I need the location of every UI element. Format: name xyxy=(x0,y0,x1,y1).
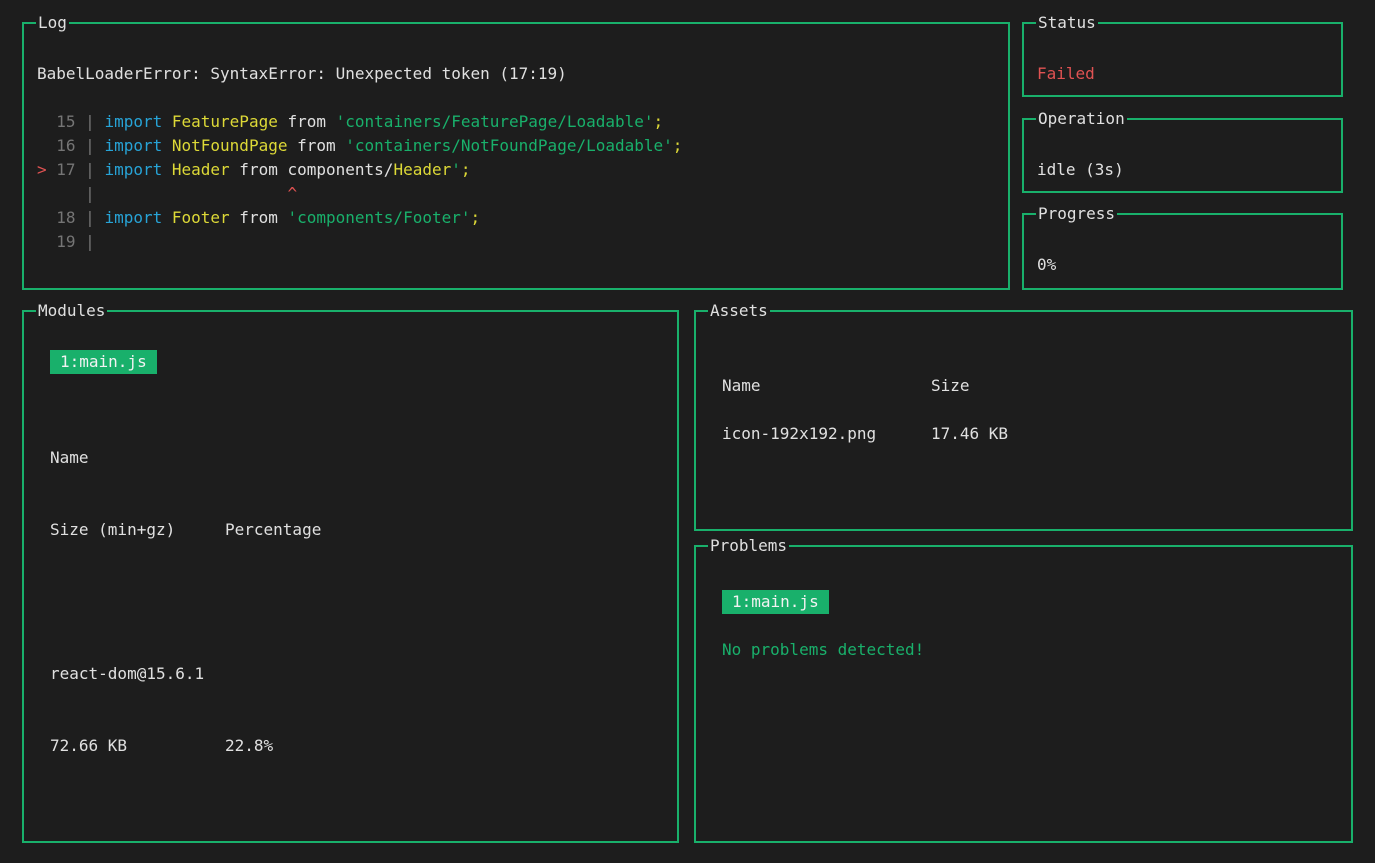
code-line-16: 16 | import NotFoundPage from 'container… xyxy=(37,134,1008,158)
asset-size: 17.46 KB xyxy=(931,424,1008,443)
asset-name: icon-192x192.png xyxy=(722,422,931,446)
code-caret-line: | ^ xyxy=(37,182,1008,206)
assets-header-name: Name xyxy=(722,374,931,398)
modules-panel-title: Modules xyxy=(36,299,107,323)
problems-panel-title: Problems xyxy=(708,534,789,558)
modules-bundle-badge: 1:main.js xyxy=(50,350,157,374)
progress-panel-title: Progress xyxy=(1036,202,1117,226)
modules-header-size: Size (min+gz) xyxy=(50,518,225,542)
assets-panel: Assets NameSize icon-192x192.png17.46 KB xyxy=(694,310,1353,531)
log-panel: Log BabelLoaderError: SyntaxError: Unexp… xyxy=(22,22,1010,290)
log-panel-title: Log xyxy=(36,11,69,35)
progress-panel: Progress 0% xyxy=(1022,213,1343,290)
progress-value: 0% xyxy=(1037,253,1341,277)
assets-header-size: Size xyxy=(931,376,970,395)
webpack-dashboard: { "colors":{ "background":"#1d1d1d", "bo… xyxy=(0,0,1375,863)
modules-table-header: Name Size (min+gz)Percentage xyxy=(50,398,677,590)
module-percentage: 22.8% xyxy=(225,736,273,755)
code-line-17: > 17 | import Header from components/Hea… xyxy=(37,158,1008,182)
code-line-19: 19 | xyxy=(37,230,1008,254)
code-line-18: 18 | import Footer from 'components/Foot… xyxy=(37,206,1008,230)
operation-panel-title: Operation xyxy=(1036,107,1127,131)
status-panel: Status Failed xyxy=(1022,22,1343,97)
modules-header-cols: Size (min+gz)Percentage xyxy=(50,518,677,542)
modules-header-name: Name xyxy=(50,446,677,470)
modules-header-percentage: Percentage xyxy=(225,520,321,539)
assets-table-header: NameSize xyxy=(722,374,1351,398)
assets-panel-title: Assets xyxy=(708,299,770,323)
operation-value: idle (3s) xyxy=(1037,158,1341,182)
module-name: react-dom@15.6.1 xyxy=(50,662,677,686)
log-error-line: BabelLoaderError: SyntaxError: Unexpecte… xyxy=(37,62,1008,86)
status-value: Failed xyxy=(1037,62,1341,86)
module-row: react-dom@15.6.1 72.66 KB22.8% xyxy=(50,614,677,806)
module-size: 72.66 KB xyxy=(50,734,225,758)
module-row: core-js@2.5.1 69.35 KB21.7% xyxy=(50,830,677,863)
log-blank-line xyxy=(37,86,1008,110)
problems-bundle-badge: 1:main.js xyxy=(722,590,829,614)
asset-row: icon-192x192.png17.46 KB xyxy=(722,422,1351,446)
problems-panel: Problems 1:main.js No problems detected! xyxy=(694,545,1353,843)
status-panel-title: Status xyxy=(1036,11,1098,35)
problems-message: No problems detected! xyxy=(722,638,1351,662)
log-output: BabelLoaderError: SyntaxError: Unexpecte… xyxy=(37,62,1008,254)
code-line-15: 15 | import FeaturePage from 'containers… xyxy=(37,110,1008,134)
operation-panel: Operation idle (3s) xyxy=(1022,118,1343,193)
modules-panel: Modules 1:main.js Name Size (min+gz)Perc… xyxy=(22,310,679,843)
